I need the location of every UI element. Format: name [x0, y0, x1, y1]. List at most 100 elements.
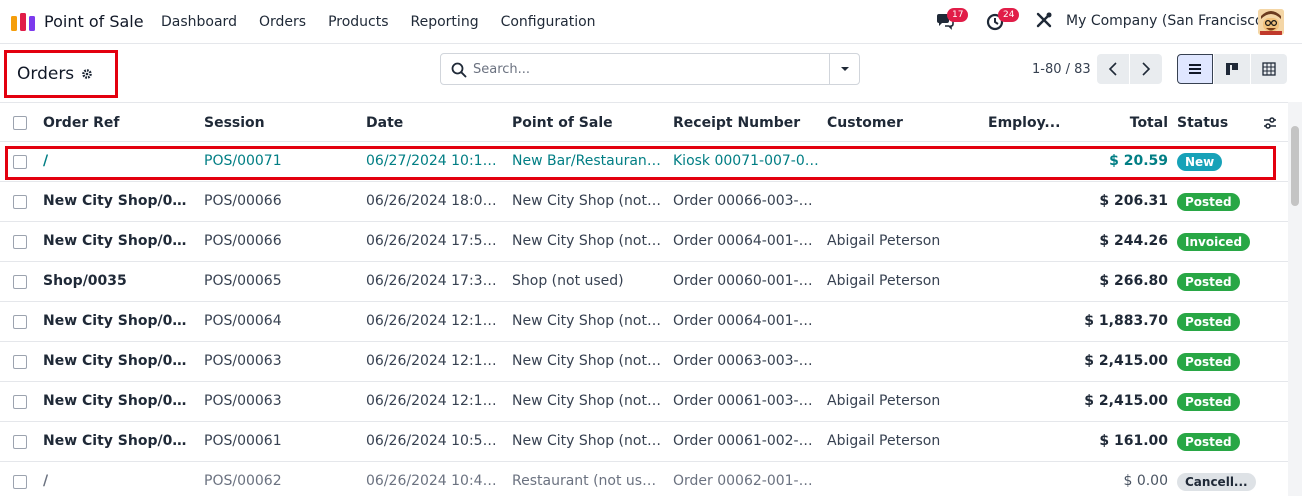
gear-icon[interactable]	[81, 68, 93, 80]
table-row[interactable]: New City Shop/0017 POS/00064 06/26/2024 12…	[0, 302, 1288, 342]
pos-app-logo-icon[interactable]	[10, 11, 36, 33]
cell-date: 06/26/2024 18:02:46	[366, 193, 504, 209]
cell-session: POS/00061	[204, 433, 282, 449]
table-row[interactable]: New City Shop/0019 POS/00066 06/26/2024 18…	[0, 182, 1288, 222]
table-row[interactable]: New City Shop/0016 POS/00063 06/26/2024 12…	[0, 342, 1288, 382]
cell-ref: Shop/0035	[43, 273, 127, 289]
cell-ref: /	[43, 473, 49, 489]
cell-receipt: Order 00063-003-00...	[673, 353, 819, 369]
row-checkbox[interactable]	[13, 435, 27, 449]
cell-receipt: Order 00061-003-00...	[673, 393, 819, 409]
cell-date: 06/26/2024 12:18:31	[366, 353, 504, 369]
main-menu: Dashboard Orders Products Reporting Conf…	[150, 0, 607, 44]
table-row[interactable]: / POS/00071 06/27/2024 10:14:15 New Bar/Res…	[0, 142, 1288, 182]
kanban-view-button[interactable]	[1214, 54, 1250, 84]
status-badge: Posted	[1177, 193, 1240, 211]
cell-date: 06/26/2024 10:50:01	[366, 433, 504, 449]
search-options-toggle[interactable]	[829, 54, 859, 84]
column-customer[interactable]: Customer	[827, 115, 903, 131]
top-navbar: Point of Sale Dashboard Orders Products …	[0, 0, 1302, 44]
cell-receipt: Kiosk 00071-007-0001	[673, 153, 819, 169]
cell-date: 06/26/2024 17:58:54	[366, 233, 504, 249]
pivot-view-button[interactable]	[1251, 54, 1287, 84]
row-checkbox[interactable]	[13, 155, 27, 169]
cell-pos: New City Shop (not u...	[512, 233, 664, 249]
row-checkbox[interactable]	[13, 235, 27, 249]
cell-ref: New City Shop/0019	[43, 193, 195, 209]
vertical-scrollbar[interactable]	[1288, 102, 1302, 496]
cell-total: $ 206.31	[1099, 193, 1168, 209]
cell-session: POS/00066	[204, 193, 282, 209]
column-employee[interactable]: Employ...	[988, 115, 1060, 131]
search-input[interactable]	[473, 58, 823, 80]
search-icon	[451, 62, 467, 78]
debug-tools-button[interactable]	[1035, 11, 1057, 33]
user-avatar[interactable]	[1258, 9, 1284, 35]
status-badge: Cancell...	[1177, 473, 1256, 491]
table-row[interactable]: New City Shop/0015 POS/00063 06/26/2024 12…	[0, 382, 1288, 422]
status-badge: Posted	[1177, 273, 1240, 291]
app-name[interactable]: Point of Sale	[44, 12, 144, 31]
menu-configuration[interactable]: Configuration	[490, 14, 607, 30]
column-status[interactable]: Status	[1177, 115, 1228, 131]
menu-dashboard[interactable]: Dashboard	[150, 14, 248, 30]
cell-pos: New City Shop (not u...	[512, 433, 664, 449]
cell-total: $ 2,415.00	[1084, 353, 1168, 369]
page-title: Orders	[17, 64, 75, 84]
row-checkbox[interactable]	[13, 195, 27, 209]
cell-customer: Abigail Peterson	[827, 233, 941, 249]
column-order-ref[interactable]: Order Ref	[43, 115, 119, 131]
table-row[interactable]: Shop/0035 POS/00065 06/26/2024 17:39:01 Sho…	[0, 262, 1288, 302]
messages-count-badge: 17	[947, 8, 969, 22]
table-row[interactable]: New City Shop/0018 POS/00066 06/26/2024 17…	[0, 222, 1288, 262]
cell-receipt: Order 00064-001-00...	[673, 233, 819, 249]
status-badge: Posted	[1177, 393, 1240, 411]
table-row[interactable]: / POS/00062 06/26/2024 10:49:03 Restaurant …	[0, 462, 1288, 496]
search-bar[interactable]	[440, 53, 860, 85]
cell-date: 06/26/2024 10:49:03	[366, 473, 504, 489]
pager-value[interactable]: 1-80 / 83	[1032, 62, 1091, 77]
menu-reporting[interactable]: Reporting	[400, 14, 490, 30]
column-settings-icon[interactable]	[1262, 115, 1278, 131]
row-checkbox[interactable]	[13, 355, 27, 369]
cell-receipt: Order 00061-002-00...	[673, 433, 819, 449]
cell-ref: New City Shop/0015	[43, 393, 195, 409]
row-checkbox[interactable]	[13, 315, 27, 329]
column-session[interactable]: Session	[204, 115, 265, 131]
activities-button[interactable]: 24	[986, 8, 1020, 33]
kanban-view-icon	[1226, 63, 1238, 75]
scrollbar-thumb[interactable]	[1291, 126, 1299, 206]
table-header: Order Ref Session Date Point of Sale Rec…	[0, 102, 1288, 142]
cell-pos: New Bar/Restaurant (...	[512, 153, 664, 169]
status-badge: Invoiced	[1177, 233, 1251, 251]
row-checkbox[interactable]	[13, 275, 27, 289]
activities-count-badge: 24	[998, 8, 1020, 22]
pager-previous-button[interactable]	[1097, 54, 1129, 84]
row-checkbox[interactable]	[13, 395, 27, 409]
cell-session: POS/00063	[204, 393, 282, 409]
column-point-of-sale[interactable]: Point of Sale	[512, 115, 613, 131]
cell-session: POS/00064	[204, 313, 282, 329]
cell-receipt: Order 00060-001-00...	[673, 273, 819, 289]
cell-total: $ 0.00	[1123, 473, 1168, 489]
cell-receipt: Order 00062-001-00...	[673, 473, 819, 489]
messages-button[interactable]: 17	[935, 8, 969, 33]
caret-down-icon	[841, 67, 849, 71]
column-total[interactable]: Total	[1080, 115, 1168, 131]
user-avatar-icon	[1258, 9, 1284, 35]
column-receipt-number[interactable]: Receipt Number	[673, 115, 800, 131]
row-checkbox[interactable]	[13, 475, 27, 489]
menu-orders[interactable]: Orders	[248, 14, 317, 30]
cell-total: $ 1,883.70	[1084, 313, 1168, 329]
list-view-button[interactable]	[1177, 54, 1213, 84]
table-row[interactable]: New City Shop/0014 POS/00061 06/26/2024 10…	[0, 422, 1288, 462]
pager-next-button[interactable]	[1130, 54, 1162, 84]
company-switcher[interactable]: My Company (San Francisco)	[1066, 13, 1269, 29]
list-view-icon	[1189, 64, 1201, 74]
select-all-checkbox[interactable]	[13, 116, 27, 130]
column-date[interactable]: Date	[366, 115, 403, 131]
menu-products[interactable]: Products	[317, 14, 399, 30]
table-grid-icon	[1262, 62, 1276, 76]
cell-total: $ 244.26	[1099, 233, 1168, 249]
chevron-right-icon	[1142, 62, 1151, 76]
